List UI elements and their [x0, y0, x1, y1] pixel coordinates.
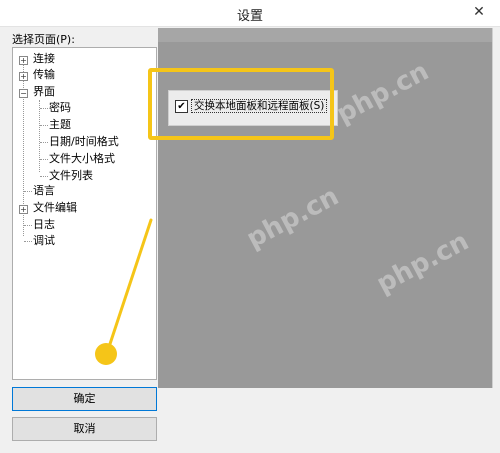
select-page-label: 选择页面(P): — [12, 33, 75, 46]
title-bar: 设置 ✕ — [0, 0, 500, 27]
watermark: php.cn — [331, 56, 434, 130]
watermark: php.cn — [241, 181, 344, 255]
watermark: php.cn — [371, 226, 474, 300]
page-tree[interactable]: + 连接 + 传输 − 界面 密码 主题 日期/时间格式 文件大小格式 文件列表… — [12, 47, 157, 380]
annotation-arrow — [95, 218, 153, 365]
window-title: 设置 — [236, 9, 263, 24]
highlight-box — [148, 68, 334, 140]
cancel-button[interactable]: 取消 — [12, 417, 157, 441]
ok-button[interactable]: 确定 — [12, 387, 157, 411]
close-icon[interactable]: ✕ — [468, 3, 490, 21]
